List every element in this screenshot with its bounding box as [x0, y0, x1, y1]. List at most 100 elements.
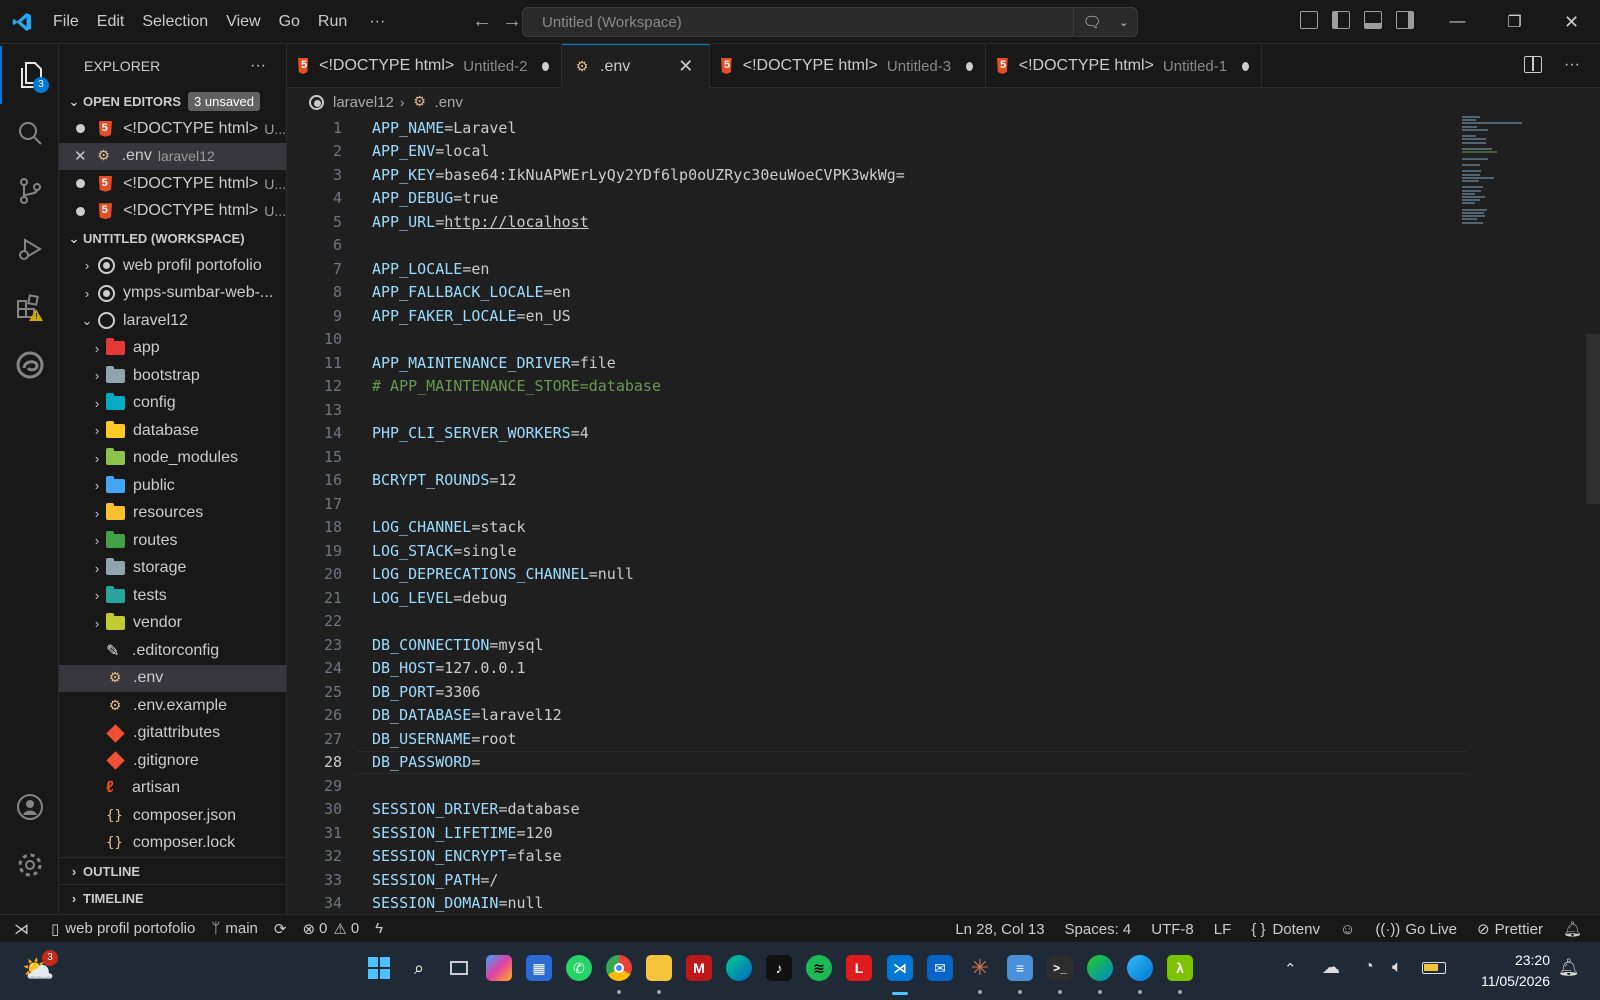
edge-devtools-activity[interactable]: [0, 336, 59, 394]
tree-file[interactable]: .gitattributes: [59, 720, 286, 748]
code-line[interactable]: 6: [287, 234, 1487, 258]
cloud-icon[interactable]: ☁: [1322, 957, 1340, 978]
tree-file-selected[interactable]: ⚙ .env: [59, 664, 286, 692]
code-line[interactable]: 33 SESSION_PATH=/: [287, 868, 1487, 892]
menu-file[interactable]: File: [44, 0, 88, 44]
source-control-activity[interactable]: [0, 162, 59, 220]
code-line[interactable]: 12 # APP_MAINTENANCE_STORE=database: [287, 375, 1487, 399]
split-editor-icon[interactable]: [1524, 56, 1543, 73]
menu-selection[interactable]: Selection: [133, 0, 217, 44]
manage-activity[interactable]: [0, 836, 59, 894]
code-line[interactable]: 29: [287, 774, 1487, 798]
edge-dev-app[interactable]: [1087, 955, 1113, 981]
tree-folder[interactable]: › public: [59, 472, 286, 500]
run-debug-activity[interactable]: [0, 220, 59, 278]
open-editor-item[interactable]: <!DOCTYPE html> U...: [59, 115, 286, 143]
spotify-app[interactable]: ≋: [806, 955, 832, 981]
timeline-header[interactable]: › TIMELINE: [59, 884, 286, 911]
menu-edit[interactable]: Edit: [88, 0, 134, 44]
open-editor-item-active[interactable]: ✕ ⚙ .env laravel12: [59, 142, 286, 170]
tree-file[interactable]: ✎ .editorconfig: [59, 637, 286, 665]
menu-view[interactable]: View: [217, 0, 269, 44]
code-line[interactable]: 18 LOG_CHANNEL=stack: [287, 516, 1487, 540]
toggle-primary-sidebar-icon[interactable]: [1332, 11, 1350, 29]
env-value-link[interactable]: http://localhost: [444, 213, 589, 231]
code-line[interactable]: 8 APP_FALLBACK_LOCALE=en: [287, 281, 1487, 305]
workspace-root[interactable]: ⌄ laravel12: [59, 307, 286, 335]
tree-folder[interactable]: › node_modules: [59, 445, 286, 473]
workspace-header[interactable]: ⌄ UNTITLED (WORKSPACE): [59, 225, 286, 252]
breadcrumb-folder[interactable]: laravel12: [333, 94, 394, 111]
tree-folder[interactable]: › vendor: [59, 610, 286, 638]
code-line[interactable]: 28 DB_PASSWORD=: [287, 751, 1487, 775]
wifi-icon[interactable]: ◔: [1364, 958, 1374, 976]
chat-button[interactable]: 🗨 ⌄: [1073, 8, 1137, 36]
tree-file[interactable]: ℓ artisan: [59, 775, 286, 803]
code-line[interactable]: 17: [287, 492, 1487, 516]
toggle-secondary-sidebar-icon[interactable]: [1396, 11, 1414, 29]
tree-folder[interactable]: › bootstrap: [59, 362, 286, 390]
code-line[interactable]: 10: [287, 328, 1487, 352]
menu-more[interactable]: ···: [360, 0, 394, 44]
tree-folder[interactable]: › resources: [59, 500, 286, 528]
open-editor-item[interactable]: <!DOCTYPE html> U...: [59, 198, 286, 226]
code-line[interactable]: 22: [287, 610, 1487, 634]
lightning-button[interactable]: ϟ: [367, 915, 391, 943]
code-line[interactable]: 4 APP_DEBUG=true: [287, 187, 1487, 211]
forward-arrow-icon[interactable]: →: [502, 10, 522, 33]
end-of-line[interactable]: LF: [1202, 915, 1240, 943]
toggle-panel-icon[interactable]: [1364, 11, 1382, 29]
explorer-activity[interactable]: 3: [0, 46, 59, 104]
lambda-app[interactable]: λ: [1167, 955, 1193, 981]
notepad-app[interactable]: ≡: [1007, 955, 1033, 981]
remote-indicator[interactable]: ⋊: [0, 915, 43, 943]
code-line[interactable]: 26 DB_DATABASE=laravel12: [287, 704, 1487, 728]
code-line[interactable]: 32 SESSION_ENCRYPT=false: [287, 845, 1487, 869]
whatsapp-app[interactable]: ✆: [566, 955, 592, 981]
workspace-root[interactable]: › ymps-sumbar-web-...: [59, 280, 286, 308]
notification-center-icon[interactable]: 🔔︎: [1558, 958, 1580, 978]
tab-untitled-1[interactable]: <!DOCTYPE html> Untitled-1: [986, 44, 1262, 88]
code-line[interactable]: 2 APP_ENV=local: [287, 140, 1487, 164]
mcafee-app[interactable]: M: [686, 955, 712, 981]
customize-layout-icon[interactable]: [1300, 11, 1318, 29]
command-center[interactable]: Untitled (Workspace) 🗨 ⌄: [522, 7, 1138, 37]
code-line[interactable]: 13: [287, 398, 1487, 422]
chevron-up-icon[interactable]: ⌃: [1284, 960, 1297, 978]
code-line[interactable]: 27 DB_USERNAME=root: [287, 727, 1487, 751]
notifications-button[interactable]: 🔔︎: [1551, 915, 1590, 943]
start-button[interactable]: [366, 955, 392, 981]
breadcrumb-file[interactable]: .env: [435, 94, 463, 111]
code-line[interactable]: 7 APP_LOCALE=en: [287, 257, 1487, 281]
code-line[interactable]: 3 APP_KEY=base64:IkNuAPWErLyQy2YDf6lp0oUZ…: [287, 163, 1487, 187]
copilot-app[interactable]: [486, 955, 512, 981]
code-line[interactable]: 19 LOG_STACK=single: [287, 539, 1487, 563]
workspace-root[interactable]: › web profil portofolio: [59, 252, 286, 280]
tab-untitled-3[interactable]: <!DOCTYPE html> Untitled-3: [710, 44, 986, 88]
code-line[interactable]: 34 SESSION_DOMAIN=null: [287, 892, 1487, 915]
file-explorer-app[interactable]: [646, 955, 672, 981]
code-line[interactable]: 31 SESSION_LIFETIME=120: [287, 821, 1487, 845]
tree-folder[interactable]: › database: [59, 417, 286, 445]
code-line[interactable]: 30 SESSION_DRIVER=database: [287, 798, 1487, 822]
tree-file[interactable]: .gitignore: [59, 747, 286, 775]
project-indicator[interactable]: ▯ web profil portofolio: [43, 915, 203, 943]
terminal-app[interactable]: >_: [1047, 955, 1073, 981]
code-line[interactable]: 24 DB_HOST=127.0.0.1: [287, 657, 1487, 681]
tree-file[interactable]: {} composer.json: [59, 802, 286, 830]
language-mode[interactable]: { } Dotenv: [1239, 915, 1328, 943]
problems-indicator[interactable]: ⊗ 0 ⚠ 0: [294, 915, 367, 943]
code-line[interactable]: 23 DB_CONNECTION=mysql: [287, 633, 1487, 657]
close-tab-icon[interactable]: ✕: [678, 56, 693, 77]
code-editor[interactable]: 1 APP_NAME=Laravel 2 APP_ENV=local 3 APP_KEY=…: [287, 116, 1600, 914]
claude-app[interactable]: ✳: [967, 955, 993, 981]
branch-indicator[interactable]: ᛘ main: [203, 915, 266, 943]
tree-folder[interactable]: › tests: [59, 582, 286, 610]
open-editor-item[interactable]: <!DOCTYPE html> U...: [59, 170, 286, 198]
code-line[interactable]: 21 LOG_LEVEL=debug: [287, 586, 1487, 610]
cursor-position[interactable]: Ln 28, Col 13: [947, 915, 1052, 943]
outlook-app[interactable]: ✉: [927, 955, 953, 981]
tree-folder[interactable]: › routes: [59, 527, 286, 555]
scroll-thumb[interactable]: [1586, 334, 1600, 504]
vscode-app[interactable]: ⋊: [887, 955, 913, 981]
